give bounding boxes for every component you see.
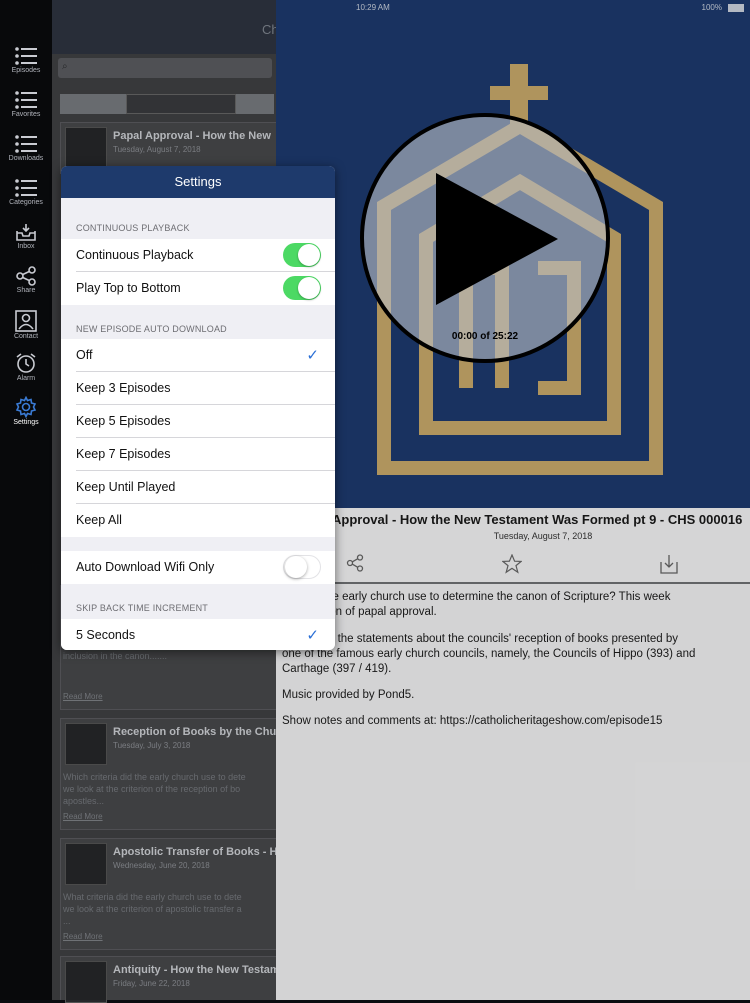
wifi-only-toggle[interactable]	[283, 555, 321, 579]
tab-label: Inbox	[17, 243, 35, 250]
tab-label: Downloads	[8, 155, 44, 162]
download-option-keep-until-played[interactable]: Keep Until Played	[61, 471, 335, 504]
checkmark-icon: ✓	[306, 347, 319, 364]
tab-label: Contact	[13, 333, 39, 340]
row-label: Keep All	[76, 513, 122, 527]
row-label: Keep 3 Episodes	[76, 381, 171, 395]
tab-label: Categories	[9, 199, 43, 206]
row-label: Play Top to Bottom	[76, 281, 181, 295]
wifi-only-row: Auto Download Wifi Only	[61, 551, 335, 584]
list-icon	[15, 91, 37, 109]
tab-favorites[interactable]: Favorites	[0, 88, 52, 132]
section-header-skip-back: SKIP BACK TIME INCREMENT	[76, 603, 208, 613]
toggle-knob	[298, 244, 320, 266]
settings-title: Settings	[61, 166, 335, 198]
skip-back-option-5-seconds[interactable]: 5 Seconds ✓	[61, 619, 335, 650]
download-option-keep-5[interactable]: Keep 5 Episodes	[61, 405, 335, 438]
gear-icon	[15, 396, 37, 418]
tab-label: Share	[16, 287, 36, 294]
tab-label: Favorites	[11, 111, 41, 118]
continuous-playback-row: Continuous Playback	[61, 239, 335, 272]
tab-episodes[interactable]: Episodes	[0, 44, 52, 88]
tab-label: Settings	[13, 419, 39, 426]
row-label: Keep 5 Episodes	[76, 414, 171, 428]
tab-label: Alarm	[16, 375, 36, 382]
play-top-to-bottom-row: Play Top to Bottom	[61, 272, 335, 305]
row-label: Continuous Playback	[76, 248, 194, 262]
continuous-playback-toggle[interactable]	[283, 243, 321, 267]
row-label: 5 Seconds	[76, 628, 136, 642]
download-option-keep-all[interactable]: Keep All	[61, 504, 335, 537]
tab-categories[interactable]: Categories	[0, 176, 52, 220]
tab-alarm[interactable]: Alarm	[0, 350, 52, 394]
play-top-to-bottom-toggle[interactable]	[283, 276, 321, 300]
checkmark-icon: ✓	[306, 627, 319, 644]
toggle-knob	[285, 556, 307, 578]
download-option-keep-7[interactable]: Keep 7 Episodes	[61, 438, 335, 471]
tab-label: Episodes	[11, 67, 41, 74]
toggle-knob	[298, 277, 320, 299]
row-label: Keep Until Played	[76, 480, 176, 494]
row-label: Auto Download Wifi Only	[76, 560, 215, 574]
alarm-icon	[16, 353, 36, 373]
download-option-off[interactable]: Off ✓	[61, 339, 335, 372]
tab-contact[interactable]: Contact	[0, 308, 52, 352]
list-icon	[15, 135, 37, 153]
tab-inbox[interactable]: Inbox	[0, 220, 52, 264]
section-header-auto-download: NEW EPISODE AUTO DOWNLOAD	[76, 324, 227, 334]
contact-icon	[15, 310, 37, 332]
tab-settings[interactable]: Settings	[0, 394, 52, 438]
row-label: Off	[76, 348, 93, 362]
row-label: Keep 7 Episodes	[76, 447, 171, 461]
list-icon	[15, 47, 37, 65]
settings-popover: Settings CONTINUOUS PLAYBACK Continuous …	[61, 166, 335, 650]
download-option-keep-3[interactable]: Keep 3 Episodes	[61, 372, 335, 405]
inbox-icon	[16, 224, 36, 241]
tab-downloads[interactable]: Downloads	[0, 132, 52, 176]
tab-share[interactable]: Share	[0, 264, 52, 308]
tab-bar: Episodes Favorites Downloads Categories …	[0, 0, 52, 1000]
list-icon	[15, 179, 37, 197]
section-header-continuous: CONTINUOUS PLAYBACK	[76, 223, 190, 233]
share-icon	[16, 266, 36, 286]
